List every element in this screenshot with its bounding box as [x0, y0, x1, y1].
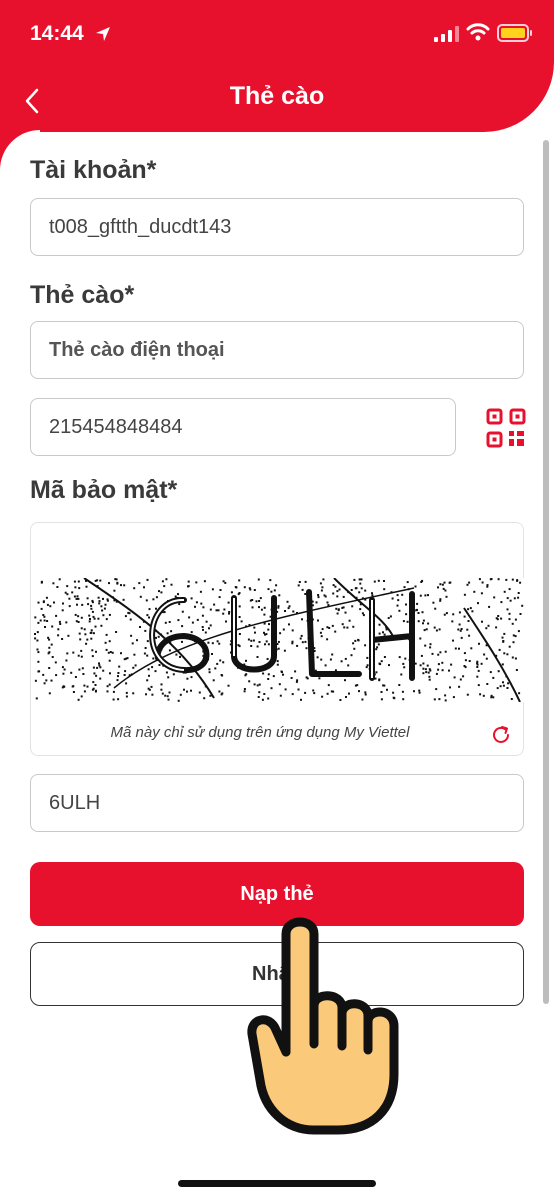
captcha-note: Mã này chỉ sử dụng trên ứng dụng My Viet…	[110, 724, 410, 741]
scrollbar[interactable]	[543, 140, 549, 1004]
security-label: Mã bảo mật*	[30, 476, 178, 504]
status-bar: 14:44	[0, 0, 554, 64]
captcha-image	[34, 578, 524, 702]
location-arrow-icon	[96, 27, 110, 41]
battery-icon	[497, 24, 532, 42]
wifi-icon	[466, 23, 490, 41]
card-type-select[interactable]: Thẻ cào điện thoại	[30, 321, 524, 379]
account-label: Tài khoản*	[30, 156, 157, 184]
home-indicator	[178, 1180, 376, 1187]
page-title: Thẻ cào	[229, 82, 325, 110]
qr-scan-icon[interactable]	[486, 408, 526, 448]
signal-icon	[434, 26, 459, 42]
status-time: 14:44	[30, 22, 84, 45]
pointing-hand-icon	[247, 917, 399, 1135]
account-field[interactable]: t008_gftth_ducdt143	[30, 198, 524, 256]
card-number-field[interactable]: 215454848484	[30, 398, 456, 456]
captcha-input[interactable]: 6ULH	[30, 774, 524, 832]
card-label: Thẻ cào*	[30, 281, 135, 309]
refresh-icon[interactable]	[490, 724, 512, 746]
